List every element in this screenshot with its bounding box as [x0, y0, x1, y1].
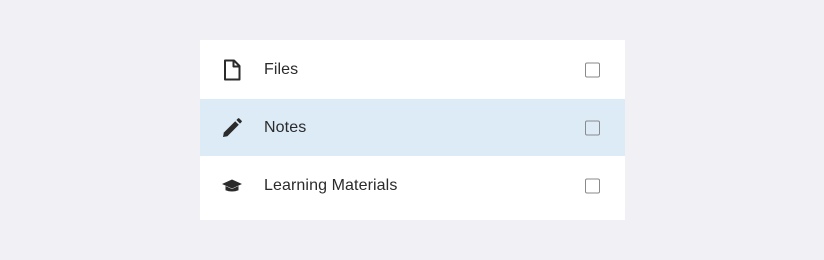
graduation-cap-icon [220, 174, 244, 198]
list-item-label: Files [264, 60, 299, 78]
notes-checkbox[interactable] [585, 120, 600, 135]
list-item-learning-materials[interactable]: Learning Materials [200, 156, 625, 215]
pencil-icon [220, 116, 244, 140]
learning-materials-checkbox[interactable] [585, 178, 600, 193]
list-item-notes[interactable]: Notes [200, 99, 625, 156]
file-icon [220, 58, 244, 82]
list-item-label: Learning Materials [264, 176, 398, 194]
files-checkbox[interactable] [585, 62, 600, 77]
selection-list: Files Notes Learning Materials [200, 40, 625, 220]
list-item-files[interactable]: Files [200, 40, 625, 99]
list-item-label: Notes [264, 118, 307, 136]
